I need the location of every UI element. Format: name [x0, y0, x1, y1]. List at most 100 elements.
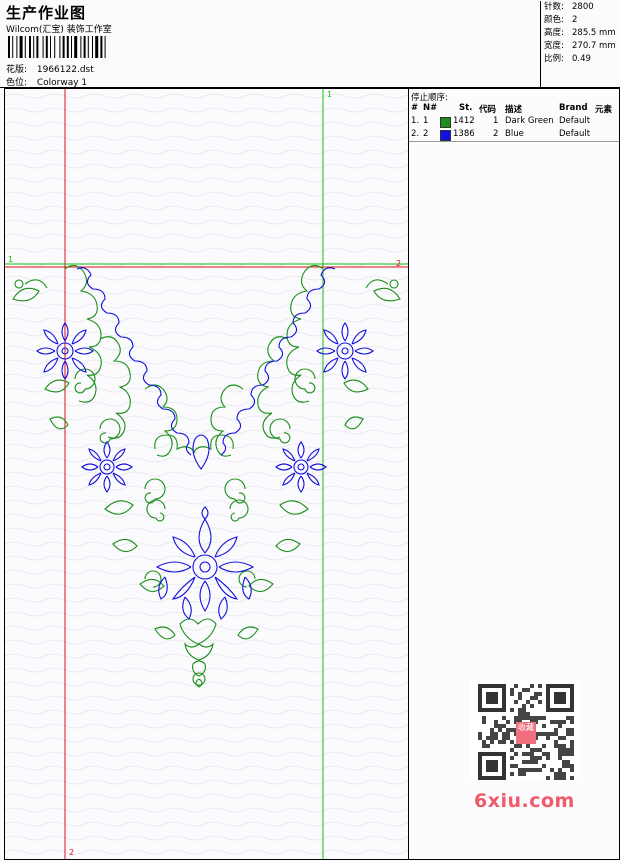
qr-module — [542, 716, 546, 720]
qr-module — [550, 768, 554, 772]
qr-module — [530, 684, 534, 688]
qr-module — [514, 700, 518, 704]
qr-module — [558, 720, 562, 724]
qr-module — [558, 776, 562, 780]
qr-module — [514, 684, 518, 688]
stat-scale: 比例: 0.49 — [544, 54, 591, 64]
qr-module — [510, 756, 514, 760]
stats-panel: 针数: 2800 颜色: 2 高度: 285.5 mm 宽度: 270.7 mm 比例:… — [540, 1, 620, 87]
design-label: 花版: — [6, 65, 28, 75]
table-divider — [409, 141, 619, 142]
qr-module — [510, 740, 514, 744]
qr-module — [518, 696, 522, 700]
qr-module — [494, 732, 498, 736]
qr-module — [530, 748, 534, 752]
barcode — [8, 36, 106, 58]
qr-module — [570, 764, 574, 768]
qr-module — [526, 744, 530, 748]
qr-module — [514, 744, 518, 748]
qr-module — [518, 716, 522, 720]
table-row[interactable]: 2. 2 1386 2 Blue Default — [409, 129, 619, 141]
barcode-bar — [71, 36, 72, 58]
qr-module — [502, 736, 506, 740]
qr-module — [530, 696, 534, 700]
barcode-bar — [62, 36, 65, 58]
qr-module — [546, 732, 550, 736]
qr-module — [550, 720, 554, 724]
qr-module — [554, 740, 558, 744]
barcode-bar — [80, 36, 82, 58]
watermark-stamp: 收藏 — [516, 722, 536, 744]
qr-module — [490, 740, 494, 744]
qr-module — [506, 736, 510, 740]
qr-module — [526, 768, 530, 772]
col-header-brand: Brand — [559, 103, 588, 113]
table-row[interactable]: 1. 1 1412 1 Dark Green Default — [409, 116, 619, 128]
qr-module — [562, 748, 566, 752]
qr-module — [510, 688, 514, 692]
design-canvas[interactable]: 1 2 1 2 — [4, 88, 409, 860]
qr-module — [522, 704, 526, 708]
qr-module — [542, 744, 546, 748]
qr-module — [530, 760, 534, 764]
qr-module — [554, 720, 558, 724]
col-header-stitches: St. — [459, 103, 473, 113]
qr-module — [522, 768, 526, 772]
barcode-bar — [24, 36, 26, 58]
qr-module — [490, 736, 494, 740]
qr-module — [546, 736, 550, 740]
qr-module — [566, 752, 570, 756]
thread-color-swatch — [440, 117, 451, 128]
barcode-bar — [50, 36, 51, 58]
stat-stitches: 针数: 2800 — [544, 2, 594, 12]
qr-module — [486, 744, 490, 748]
qr-module — [538, 716, 542, 720]
qr-module — [526, 716, 530, 720]
qr-module — [522, 712, 526, 716]
qr-module — [566, 728, 570, 732]
qr-module — [510, 772, 514, 776]
qr-module — [482, 740, 486, 744]
qr-finder — [554, 692, 566, 704]
barcode-bar — [100, 36, 103, 58]
qr-module — [546, 776, 550, 780]
qr-module — [542, 724, 546, 728]
barcode-bar — [45, 36, 48, 58]
qr-module — [542, 732, 546, 736]
qr-module — [522, 688, 526, 692]
barcode-bar — [83, 36, 86, 58]
qr-module — [506, 728, 510, 732]
qr-module — [554, 772, 558, 776]
qr-module — [570, 768, 574, 772]
qr-module — [566, 732, 570, 736]
qr-module — [510, 764, 514, 768]
barcode-bar — [33, 36, 35, 58]
qr-module — [558, 768, 562, 772]
guide-label-bottom: 2 — [69, 848, 74, 857]
qr-module — [510, 708, 514, 712]
qr-module — [510, 748, 514, 752]
barcode-bar — [29, 36, 31, 58]
watermark-text: 6xiu.com — [474, 790, 575, 812]
col-header-num: # — [411, 103, 419, 113]
qr-module — [478, 732, 482, 736]
qr-module — [558, 756, 562, 760]
qr-module — [518, 768, 522, 772]
qr-module — [546, 752, 550, 756]
qr-module — [526, 700, 530, 704]
qr-module — [494, 736, 498, 740]
qr-finder — [486, 760, 498, 772]
barcode-bar — [16, 36, 18, 58]
barcode-bar — [12, 36, 14, 58]
qr-module — [502, 740, 506, 744]
qr-module — [558, 752, 562, 756]
qr-module — [534, 768, 538, 772]
qr-module — [566, 760, 570, 764]
qr-module — [534, 760, 538, 764]
qr-module — [514, 764, 518, 768]
guide-label-left: 1 — [8, 255, 13, 264]
qr-module — [478, 736, 482, 740]
qr-module — [502, 716, 506, 720]
embroidery-preview: 1 2 1 2 — [5, 89, 408, 859]
qr-module — [522, 716, 526, 720]
